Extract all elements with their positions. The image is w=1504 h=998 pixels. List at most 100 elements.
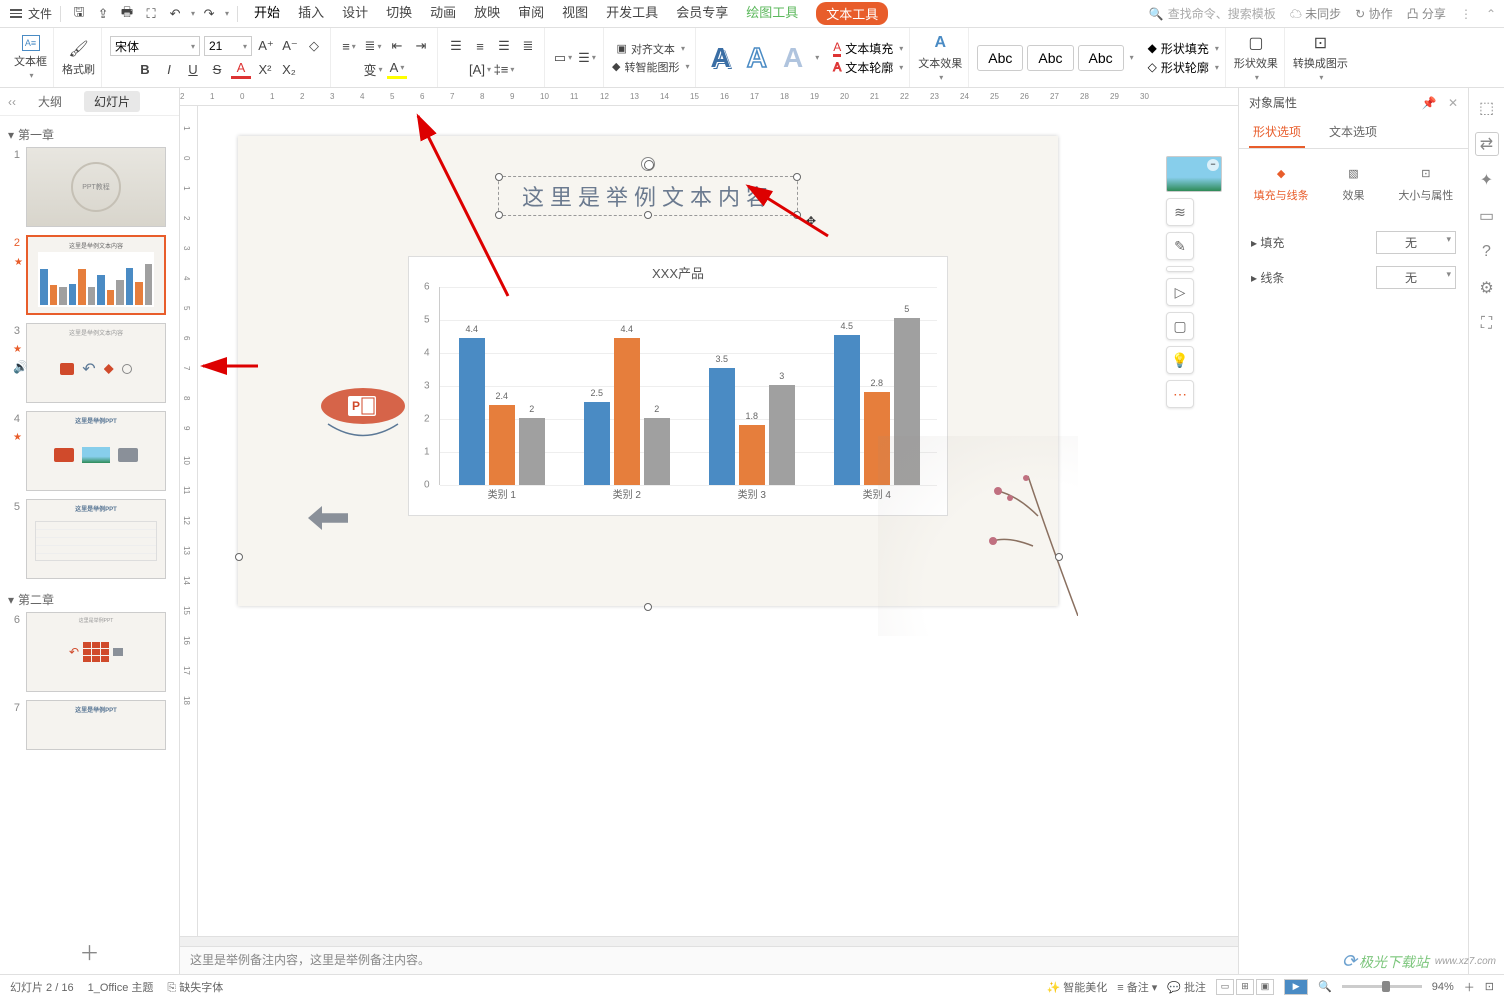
shape-fill-button[interactable]: ◆ 形状填充▾: [1148, 40, 1219, 57]
beautify-button[interactable]: ✨ 智能美化: [1046, 979, 1107, 995]
shape-style-1[interactable]: Abc: [977, 45, 1023, 71]
tab-start[interactable]: 开始: [254, 2, 280, 25]
floating-image-thumb[interactable]: −: [1166, 156, 1222, 192]
play-icon[interactable]: ▷: [1166, 278, 1194, 306]
resize-handle-sw[interactable]: [495, 211, 503, 219]
section-chapter-1[interactable]: ▾ 第一章: [6, 122, 173, 147]
tab-transition[interactable]: 切换: [386, 2, 412, 25]
font-size-select[interactable]: 21▾: [204, 36, 252, 56]
strip-settings-icon[interactable]: ⇄: [1475, 132, 1499, 156]
ppt-logo-shape[interactable]: P: [318, 381, 408, 431]
zoom-in-icon[interactable]: ＋: [1464, 979, 1475, 995]
strip-gear-icon[interactable]: ⚙: [1475, 276, 1499, 300]
rotate-handle[interactable]: [641, 157, 655, 171]
edit-pen-icon[interactable]: ✎: [1166, 232, 1194, 260]
zoom-slider[interactable]: [1342, 985, 1422, 988]
tab-draw-tool[interactable]: 绘图工具: [746, 2, 798, 25]
align-right-icon[interactable]: ☰: [494, 36, 514, 56]
panel-tab-shape[interactable]: 形状选项: [1249, 117, 1305, 148]
section-chapter-2[interactable]: ▾ 第二章: [6, 587, 173, 612]
slide-item[interactable]: 7 这里是举例PPT: [6, 700, 173, 750]
slide-thumb-5[interactable]: 这里是举例PPT: [26, 499, 166, 579]
shape-style-3[interactable]: Abc: [1078, 45, 1124, 71]
resize-handle-s[interactable]: [644, 211, 652, 219]
text-fill-button[interactable]: A 文本填充▾: [833, 40, 903, 57]
view-normal-icon[interactable]: ▭: [1216, 979, 1234, 995]
wordart-style-3[interactable]: A: [777, 42, 809, 74]
tab-review[interactable]: 审阅: [518, 2, 544, 25]
font-name-select[interactable]: 宋体▾: [110, 36, 200, 56]
text-outline-button[interactable]: A 文本轮廓▾: [833, 59, 903, 76]
close-panel-icon[interactable]: ✕: [1448, 96, 1458, 110]
preview-icon[interactable]: ⛶: [141, 4, 161, 24]
char-format-icon[interactable]: 变▾: [363, 59, 383, 79]
strip-present-icon[interactable]: ▭: [1475, 204, 1499, 228]
pin-icon[interactable]: 📌: [1422, 96, 1437, 110]
line-spacing-icon[interactable]: ‡≡▾: [494, 59, 514, 79]
export-icon[interactable]: ⇪: [93, 4, 113, 24]
slide-item[interactable]: 2 ★ 这里是举例文本内容: [6, 235, 173, 315]
nav-tab-outline[interactable]: 大纲: [28, 91, 72, 112]
superscript-icon[interactable]: X²: [255, 59, 275, 79]
strip-fullscreen-icon[interactable]: ⛶: [1475, 312, 1499, 336]
clear-format-icon[interactable]: ◇: [304, 36, 324, 56]
wordart-more-caret[interactable]: ▾: [815, 53, 819, 62]
subscript-icon[interactable]: X₂: [279, 59, 299, 79]
tab-insert[interactable]: 插入: [298, 2, 324, 25]
horizontal-scrollbar[interactable]: [180, 936, 1238, 946]
tab-slideshow[interactable]: 放映: [474, 2, 500, 25]
slide-item[interactable]: 5 这里是举例PPT: [6, 499, 173, 579]
highlight-icon[interactable]: A▾: [387, 59, 407, 79]
sync-status[interactable]: ☁ 未同步: [1290, 5, 1341, 22]
frame-icon[interactable]: ▢: [1166, 312, 1194, 340]
strip-animation-icon[interactable]: ✦: [1475, 168, 1499, 192]
convert-shape-button[interactable]: ⊡ 转换成图示▾: [1293, 33, 1348, 82]
more-icon[interactable]: ⋮: [1460, 7, 1472, 21]
undo-icon[interactable]: ↶: [165, 4, 185, 24]
indent-dec-icon[interactable]: ⇤: [387, 36, 407, 56]
slide-thumb-4[interactable]: ★ 这里是举例PPT: [26, 411, 166, 491]
chart[interactable]: XXX产品 01234564.42.42类别 12.54.42类别 23.51.…: [408, 256, 948, 516]
coop-button[interactable]: ↻ 协作: [1355, 5, 1392, 22]
title-textbox[interactable]: 这里是举例文本内容: [498, 176, 798, 216]
resize-handle-se[interactable]: [793, 211, 801, 219]
underline-icon[interactable]: U: [183, 59, 203, 79]
frame-handle[interactable]: [644, 603, 652, 611]
tab-member[interactable]: 会员专享: [676, 2, 728, 25]
more-dots-icon[interactable]: ⋯: [1166, 380, 1194, 408]
strikethrough-icon[interactable]: S: [207, 59, 227, 79]
idea-icon[interactable]: 💡: [1166, 346, 1194, 374]
line-select[interactable]: 无: [1376, 266, 1456, 289]
fit-icon[interactable]: ⊡: [1485, 980, 1494, 993]
align-justify-icon[interactable]: ≣: [518, 36, 538, 56]
slide-position[interactable]: 幻灯片 2 / 16: [10, 979, 74, 995]
line-toggle[interactable]: ▸ 线条: [1251, 269, 1284, 286]
slide-title-text[interactable]: 这里是举例文本内容: [522, 180, 774, 212]
frame-handle[interactable]: [235, 553, 243, 561]
panel-tab-text[interactable]: 文本选项: [1325, 117, 1381, 148]
slide-thumb-1[interactable]: PPT教程: [26, 147, 166, 227]
text-direction-icon[interactable]: [A]▾: [470, 59, 490, 79]
new-slide-button[interactable]: ＋: [0, 929, 179, 974]
arrow-left-shape[interactable]: [308, 506, 348, 530]
tab-animation[interactable]: 动画: [430, 2, 456, 25]
increase-font-icon[interactable]: A⁺: [256, 36, 276, 56]
collapse-ribbon-icon[interactable]: ⌃: [1486, 7, 1496, 21]
zoom-value[interactable]: 94%: [1432, 981, 1454, 993]
font-color-icon[interactable]: A: [231, 59, 251, 79]
shape-style-2[interactable]: Abc: [1027, 45, 1073, 71]
align-center-icon[interactable]: ≡: [470, 36, 490, 56]
slide-canvas[interactable]: 这里是举例文本内容 ✥ P XXX产品 01234564.42.42类别 12.…: [198, 106, 1238, 936]
slide-item[interactable]: 6 这里是举例PPT ↶: [6, 612, 173, 692]
resize-handle-ne[interactable]: [793, 173, 801, 181]
undo-dropdown-caret[interactable]: ▾: [191, 9, 195, 18]
subtab-fill[interactable]: ◆ 填充与线条: [1249, 157, 1313, 209]
slide-thumb-7[interactable]: 这里是举例PPT: [26, 700, 166, 750]
textbox-button[interactable]: A≡ 文本框▾: [14, 35, 47, 80]
hamburger-icon[interactable]: [8, 6, 24, 22]
notes-area[interactable]: 这里是举例备注内容，这里是举例备注内容。: [180, 946, 1238, 974]
slideshow-button[interactable]: ▶: [1284, 979, 1308, 995]
tab-view[interactable]: 视图: [562, 2, 588, 25]
indent-inc-icon[interactable]: ⇥: [411, 36, 431, 56]
view-sorter-icon[interactable]: ⊞: [1236, 979, 1254, 995]
